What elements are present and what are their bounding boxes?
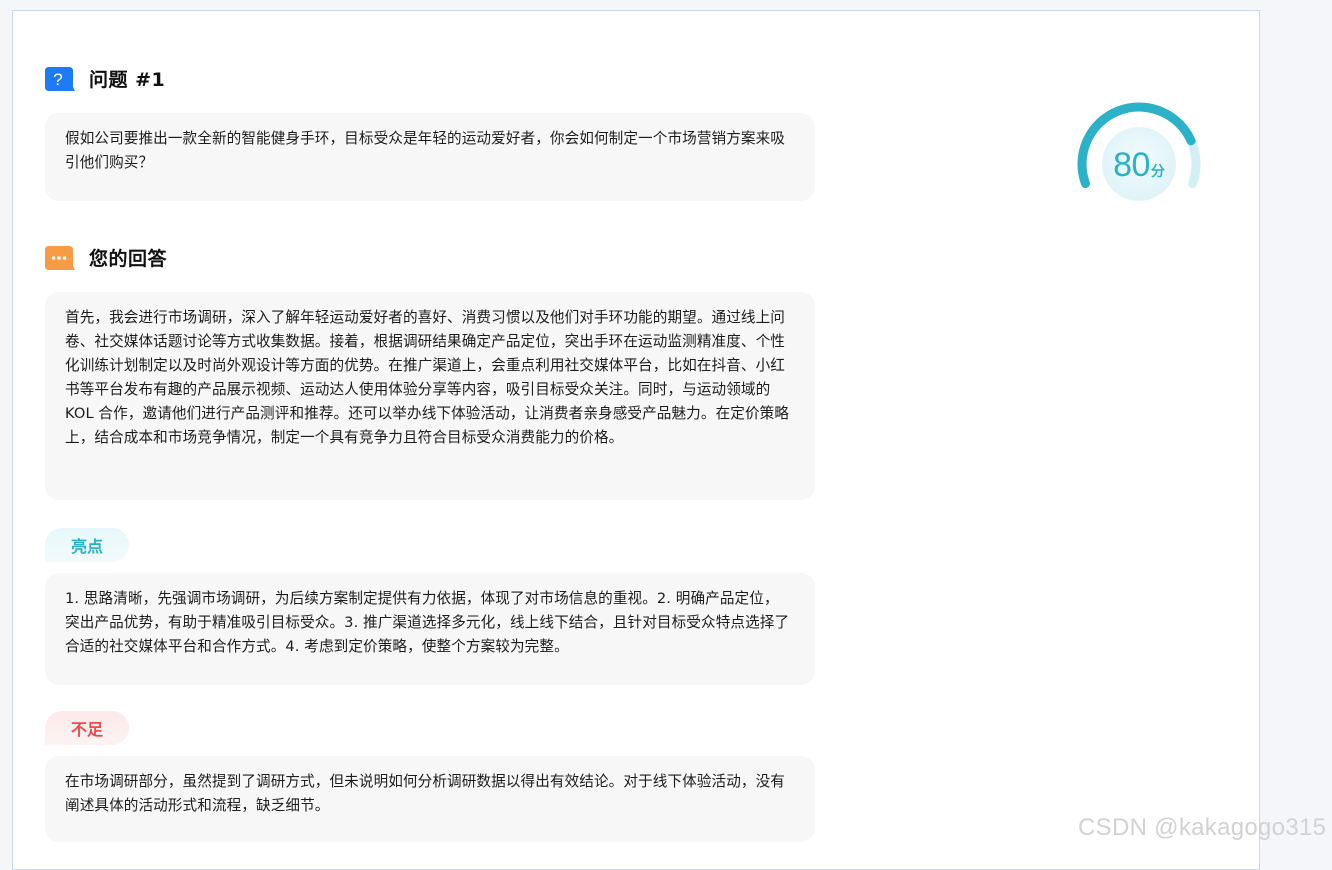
question-header: ? 问题 #1 bbox=[45, 65, 165, 92]
shortcomings-tag: 不足 bbox=[45, 711, 129, 745]
score-value: 80 bbox=[1113, 146, 1150, 184]
question-bubble-icon: ? bbox=[45, 66, 75, 92]
score-gauge: 80分 bbox=[1075, 100, 1203, 210]
answer-header: 您的回答 bbox=[45, 244, 167, 271]
question-text-box: 假如公司要推出一款全新的智能健身手环，目标受众是年轻的运动爱好者，你会如何制定一… bbox=[45, 113, 815, 201]
svg-text:?: ? bbox=[53, 70, 62, 89]
question-title: 问题 #1 bbox=[89, 69, 166, 91]
watermark: CSDN @kakagogo315 bbox=[1078, 814, 1327, 841]
shortcomings-label: 不足 bbox=[70, 720, 103, 739]
highlights-label: 亮点 bbox=[70, 537, 103, 556]
shortcomings-text: 在市场调研部分，虽然提到了调研方式，但未说明如何分析调研数据以得出有效结论。对于… bbox=[65, 773, 785, 814]
answer-text-box: 首先，我会进行市场调研，深入了解年轻运动爱好者的喜好、消费习惯以及他们对手环功能… bbox=[45, 292, 815, 500]
highlights-text-box: 1. 思路清晰，先强调市场调研，为后续方案制定提供有力依据，体现了对市场信息的重… bbox=[45, 573, 815, 685]
highlights-text: 1. 思路清晰，先强调市场调研，为后续方案制定提供有力依据，体现了对市场信息的重… bbox=[65, 590, 790, 655]
answer-text: 首先，我会进行市场调研，深入了解年轻运动爱好者的喜好、消费习惯以及他们对手环功能… bbox=[65, 309, 790, 446]
evaluation-card: ? 问题 #1 假如公司要推出一款全新的智能健身手环，目标受众是年轻的运动爱好者… bbox=[12, 10, 1260, 870]
chat-bubble-icon bbox=[45, 245, 75, 271]
score-unit: 分 bbox=[1150, 163, 1165, 179]
question-text: 假如公司要推出一款全新的智能健身手环，目标受众是年轻的运动爱好者，你会如何制定一… bbox=[65, 130, 785, 171]
score-readout: 80分 bbox=[1075, 146, 1203, 185]
shortcomings-text-box: 在市场调研部分，虽然提到了调研方式，但未说明如何分析调研数据以得出有效结论。对于… bbox=[45, 756, 815, 842]
highlights-tag: 亮点 bbox=[45, 528, 129, 562]
answer-title: 您的回答 bbox=[89, 248, 168, 270]
